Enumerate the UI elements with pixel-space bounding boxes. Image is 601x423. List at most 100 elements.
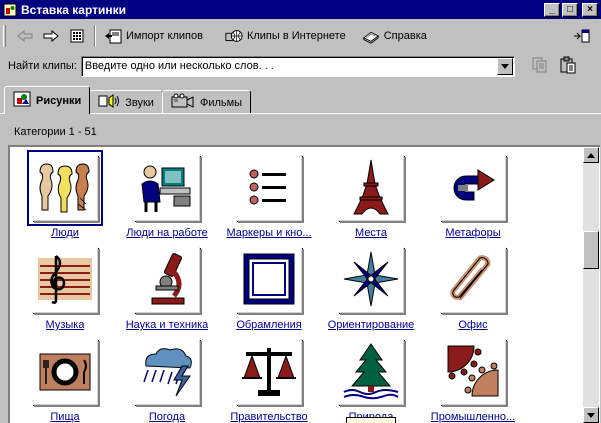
vertical-scrollbar[interactable] — [583, 147, 599, 423]
title-bar: Вставка картинки _ □ × — [0, 0, 601, 19]
category-orientation[interactable]: Ориентирование — [320, 247, 422, 339]
eiffel-tower-icon — [342, 158, 400, 219]
search-dropdown-button[interactable] — [496, 57, 513, 75]
category-thumb[interactable] — [236, 247, 302, 313]
close-icon: × — [587, 3, 593, 15]
category-government[interactable]: Правительство — [218, 339, 320, 423]
minimize-icon: _ — [549, 3, 555, 15]
clips-online-button[interactable]: Клипы в Интернете — [221, 24, 350, 48]
category-thumb[interactable] — [236, 155, 302, 221]
paste-icon[interactable] — [559, 56, 577, 77]
forward-button[interactable] — [38, 24, 64, 48]
category-thumb[interactable] — [236, 339, 302, 405]
category-label[interactable]: Люди — [51, 227, 79, 239]
category-thumb[interactable] — [32, 247, 98, 313]
tab-sounds[interactable]: Звуки — [89, 90, 163, 114]
scroll-up-button[interactable] — [583, 147, 599, 163]
clip-gallery: Люди Люди на работе Маркеры и кно... Мес… — [8, 145, 600, 423]
frame-icon — [240, 250, 298, 311]
back-arrow-icon — [16, 27, 34, 45]
category-label[interactable]: Пища — [50, 411, 79, 423]
category-metaphors[interactable]: Метафоры — [422, 155, 524, 247]
tab-sounds-label: Звуки — [125, 96, 154, 109]
category-industry[interactable]: Промышленно... — [422, 339, 524, 423]
category-label[interactable]: Маркеры и кно... — [226, 227, 311, 239]
category-thumb[interactable] — [338, 155, 404, 221]
category-bullets[interactable]: Маркеры и кно... — [218, 155, 320, 247]
bullets-icon — [240, 158, 298, 219]
back-button[interactable] — [12, 24, 38, 48]
search-input[interactable] — [81, 60, 482, 72]
tab-movies[interactable]: Фильмы — [161, 90, 252, 114]
category-people-at-work[interactable]: Люди на работе — [116, 155, 218, 247]
toolbar: Импорт клипов Клипы в Интернете Справка — [0, 22, 601, 50]
category-places[interactable]: Места — [320, 155, 422, 247]
category-thumb[interactable] — [440, 155, 506, 221]
microscope-icon — [138, 250, 196, 311]
search-combobox[interactable] — [80, 55, 515, 77]
category-label[interactable]: Погода — [149, 411, 185, 423]
minimize-button[interactable]: _ — [544, 2, 560, 17]
toolbar-grip[interactable] — [3, 25, 6, 47]
all-categories-button[interactable] — [64, 24, 90, 48]
categories-count: Категории 1 - 51 — [14, 126, 97, 138]
category-thumb[interactable] — [32, 339, 98, 405]
category-thumb[interactable] — [440, 339, 506, 405]
category-office[interactable]: Офис — [422, 247, 524, 339]
category-nature[interactable]: Природа — [320, 339, 422, 423]
toolbar-separator — [94, 25, 96, 47]
search-label: Найти клипы: — [8, 60, 77, 72]
import-clips-button[interactable]: Импорт клипов — [100, 24, 207, 48]
category-food[interactable]: Пища — [14, 339, 116, 423]
category-thumb[interactable] — [338, 339, 404, 405]
category-weather[interactable]: Погода — [116, 339, 218, 423]
help-book-icon — [362, 27, 380, 45]
category-label[interactable]: Люди на работе — [126, 227, 208, 239]
category-music[interactable]: Музыка — [14, 247, 116, 339]
copy-icon[interactable] — [531, 56, 549, 77]
tab-pictures[interactable]: Рисунки — [4, 86, 91, 114]
gears-icon — [444, 342, 502, 403]
category-label[interactable]: Обрамления — [236, 319, 301, 331]
category-label[interactable]: Музыка — [46, 319, 85, 331]
close-button[interactable]: × — [582, 2, 598, 17]
maximize-button[interactable]: □ — [562, 2, 578, 17]
category-label[interactable]: Промышленно... — [431, 411, 515, 423]
category-label[interactable]: Места — [355, 227, 387, 239]
globe-icon — [225, 27, 243, 45]
movie-camera-icon — [171, 93, 195, 112]
scroll-thumb[interactable] — [583, 231, 599, 269]
clips-online-label: Клипы в Интернете — [246, 30, 346, 42]
category-label[interactable]: Ориентирование — [328, 319, 415, 331]
tab-movies-label: Фильмы — [199, 96, 243, 109]
category-thumb[interactable] — [27, 150, 103, 226]
forward-arrow-icon — [42, 27, 60, 45]
media-tabs: Рисунки Звуки Фильмы — [4, 86, 252, 114]
speaker-icon — [98, 93, 120, 112]
category-thumb[interactable] — [134, 155, 200, 221]
category-label[interactable]: Наука и техника — [126, 319, 209, 331]
search-row: Найти клипы: — [0, 52, 601, 80]
category-label[interactable]: Правительство — [230, 411, 307, 423]
window-title: Вставка картинки — [21, 2, 127, 17]
paperclip-icon — [444, 250, 502, 311]
category-thumb[interactable] — [440, 247, 506, 313]
change-window-size-button[interactable] — [569, 24, 595, 48]
category-thumb[interactable] — [134, 247, 200, 313]
chevron-down-icon — [500, 60, 509, 72]
treble-clef-icon — [36, 250, 94, 311]
grid-icon — [68, 27, 86, 45]
scroll-down-button[interactable] — [583, 407, 599, 423]
chevron-down-icon — [587, 409, 595, 421]
people-at-work-icon — [138, 158, 196, 219]
category-label[interactable]: Офис — [458, 319, 487, 331]
category-science[interactable]: Наука и техника — [116, 247, 218, 339]
category-thumb[interactable] — [134, 339, 200, 405]
category-borders[interactable]: Обрамления — [218, 247, 320, 339]
maximize-icon: □ — [566, 3, 574, 15]
help-button[interactable]: Справка — [358, 24, 431, 48]
people-icon — [36, 158, 94, 219]
category-label[interactable]: Метафоры — [445, 227, 500, 239]
category-people[interactable]: Люди — [14, 150, 116, 247]
category-thumb[interactable] — [338, 247, 404, 313]
